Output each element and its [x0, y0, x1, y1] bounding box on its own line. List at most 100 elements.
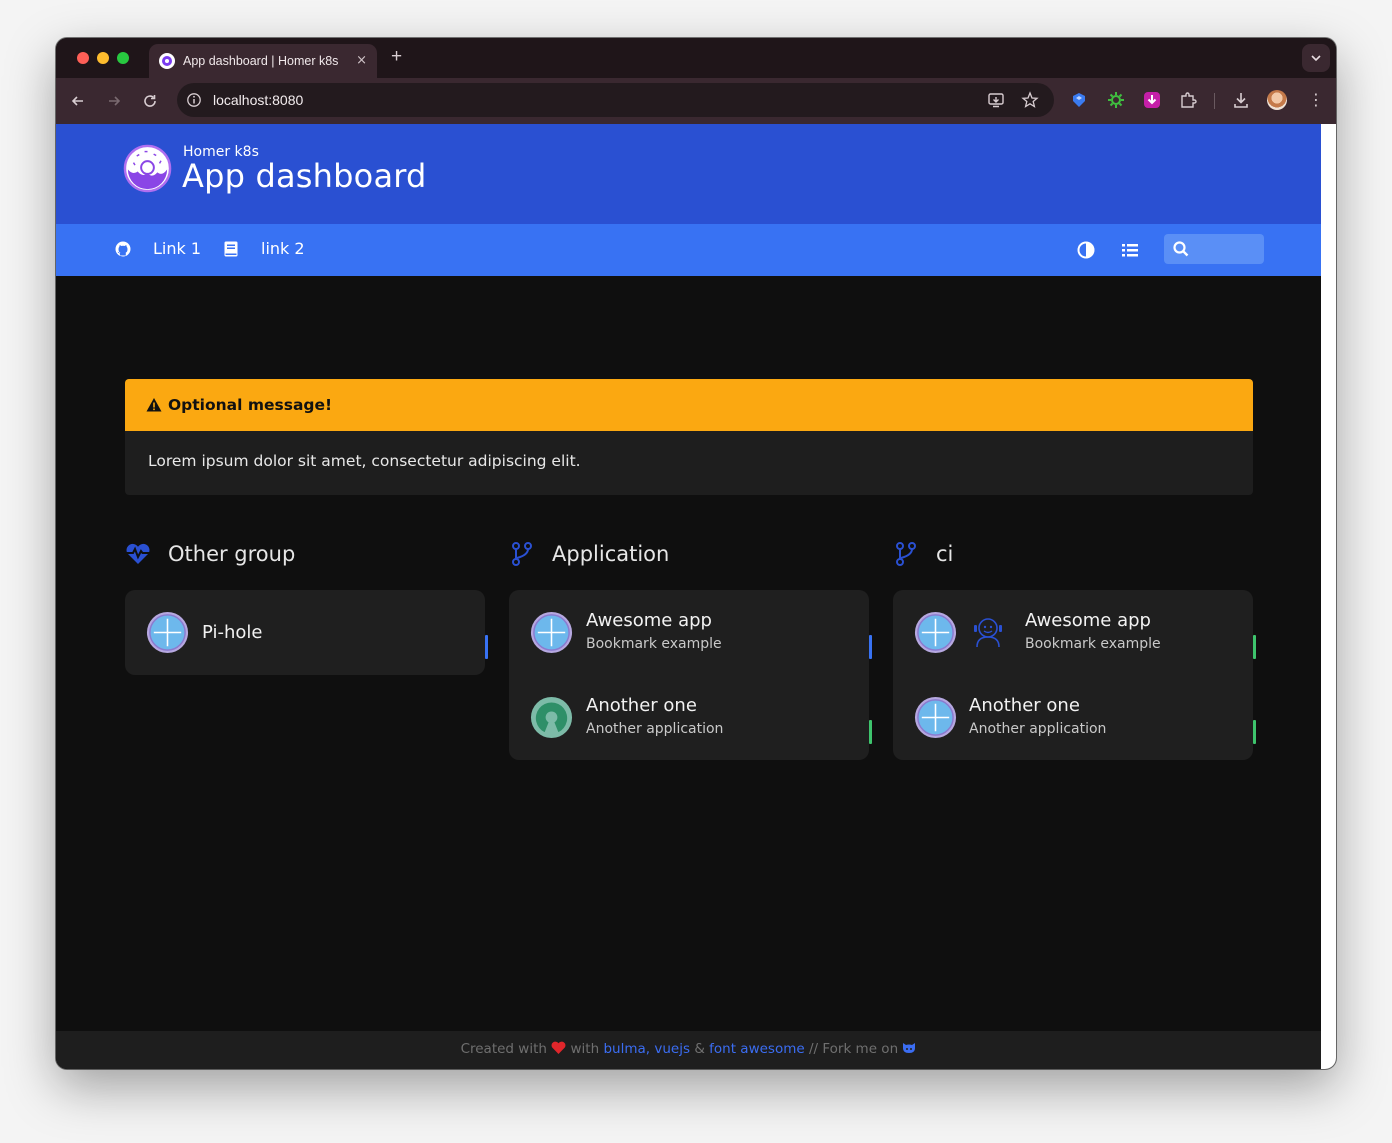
maximize-window-button[interactable]	[117, 52, 129, 64]
group-application: Application Awesome app Bookmark example…	[509, 538, 872, 760]
group-name: Other group	[168, 542, 296, 566]
service-subtitle: Bookmark example	[1025, 636, 1161, 652]
group-header: Other group	[125, 538, 485, 570]
hero-header: Homer k8s App dashboard	[56, 124, 1321, 224]
warning-icon	[146, 398, 162, 412]
minimize-window-button[interactable]	[97, 52, 109, 64]
extension-download-icon[interactable]	[1142, 90, 1162, 110]
message-title: Optional message!	[168, 396, 333, 414]
group-other-group: Other group Pi-hole	[125, 538, 488, 675]
service-card-awesome-app[interactable]: Awesome app Bookmark example	[893, 590, 1256, 675]
nav-link-label: Link 1	[153, 239, 202, 258]
service-name: Awesome app	[586, 610, 712, 631]
service-card-pi-hole[interactable]: Pi-hole	[125, 590, 488, 675]
nav-link-2[interactable]: link 2	[223, 239, 305, 258]
url-text: localhost:8080	[213, 92, 304, 108]
navbar: Link 1 link 2	[56, 224, 1321, 276]
heart-icon	[551, 1041, 566, 1057]
group-ci: ci Awesome app Bookmark example Another …	[893, 538, 1256, 760]
donut-logo-icon	[123, 144, 172, 193]
code-branch-icon	[893, 541, 919, 567]
message-box: Optional message! Lorem ipsum dolor sit …	[125, 379, 1253, 495]
font-awesome-link[interactable]: font awesome	[709, 1041, 805, 1057]
layout-toggle[interactable]	[1120, 240, 1140, 260]
tab-title: App dashboard | Homer k8s	[183, 54, 339, 68]
extension-shield-icon[interactable]	[1069, 90, 1089, 110]
reload-icon	[144, 95, 156, 107]
page-title: App dashboard	[182, 157, 427, 195]
list-icon	[1122, 244, 1138, 257]
group-name: ci	[936, 542, 954, 566]
service-card-awesome-app[interactable]: Awesome app Bookmark example	[509, 590, 872, 675]
tab-search-button[interactable]	[1302, 44, 1330, 72]
footer-comma: ,	[645, 1041, 651, 1057]
group-header: ci	[893, 538, 1253, 570]
message-body: Lorem ipsum dolor sit amet, consectetur …	[148, 452, 581, 470]
footer-with: with	[570, 1041, 600, 1057]
chevron-down-icon	[1311, 55, 1321, 62]
service-name: Pi-hole	[202, 622, 263, 643]
service-name: Awesome app	[1025, 610, 1151, 631]
bulma-link[interactable]: bulma	[603, 1041, 645, 1057]
dark-mode-toggle[interactable]	[1076, 240, 1096, 260]
browser-tab[interactable]: App dashboard | Homer k8s ×	[149, 44, 377, 78]
browser-toolbar: localhost:8080 ⋮	[56, 78, 1336, 124]
adjust-icon	[1077, 241, 1095, 259]
github-icon	[115, 241, 131, 257]
page-viewport: Homer k8s App dashboard Link 1 link 2 Op…	[56, 124, 1321, 1069]
search-box	[1164, 234, 1264, 264]
compass-icon	[530, 611, 573, 654]
compass-icon	[914, 611, 957, 654]
profile-avatar[interactable]	[1267, 90, 1287, 110]
group-name: Application	[552, 542, 670, 566]
install-app-icon[interactable]	[987, 91, 1005, 113]
user-astronaut-icon	[974, 618, 1002, 648]
reload-button[interactable]	[140, 91, 160, 111]
footer-created-with: Created with	[460, 1041, 547, 1057]
browser-menu-icon[interactable]: ⋮	[1308, 90, 1324, 110]
address-bar[interactable]: localhost:8080	[177, 83, 1054, 117]
site-info-icon[interactable]	[186, 92, 202, 112]
service-name: Another one	[969, 695, 1080, 716]
search-input[interactable]	[1194, 238, 1258, 260]
vuejs-link[interactable]: vuejs	[654, 1041, 690, 1057]
downloads-icon[interactable]	[1231, 90, 1251, 110]
service-card-another-one[interactable]: Another one Another application	[509, 675, 872, 760]
browser-window: App dashboard | Homer k8s × + localhost:…	[56, 38, 1336, 1069]
footer-fork: // Fork me on	[808, 1041, 899, 1057]
search-icon	[1173, 241, 1189, 261]
group-cards: Pi-hole	[125, 590, 488, 675]
service-tag-bar	[1253, 635, 1256, 659]
scrollbar-gutter[interactable]	[1321, 124, 1336, 1069]
compass-icon	[146, 611, 189, 654]
service-name: Another one	[586, 695, 697, 716]
message-header: Optional message!	[125, 379, 1253, 431]
book-icon	[223, 241, 239, 257]
nav-link-1[interactable]: Link 1	[115, 239, 201, 258]
group-cards: Awesome app Bookmark example Another one…	[509, 590, 872, 760]
github-cat-icon[interactable]	[902, 1041, 916, 1057]
service-subtitle: Another application	[586, 721, 724, 737]
tab-strip: App dashboard | Homer k8s × +	[56, 38, 1336, 78]
close-window-button[interactable]	[77, 52, 89, 64]
code-branch-icon	[509, 541, 535, 567]
bookmark-star-icon[interactable]	[1021, 91, 1039, 113]
back-button[interactable]	[68, 91, 88, 111]
compass-icon	[914, 696, 957, 739]
toolbar-separator	[1214, 93, 1215, 109]
service-tag-bar	[869, 635, 872, 659]
new-tab-button[interactable]: +	[391, 47, 402, 67]
service-card-another-one[interactable]: Another one Another application	[893, 675, 1256, 760]
extension-gear-icon[interactable]	[1106, 90, 1126, 110]
group-cards: Awesome app Bookmark example Another one…	[893, 590, 1256, 760]
group-header: Application	[509, 538, 869, 570]
open-source-icon	[530, 696, 573, 739]
footer-amp: &	[694, 1041, 705, 1057]
service-tag-bar	[485, 635, 488, 659]
tab-close-icon[interactable]: ×	[356, 53, 367, 68]
service-subtitle: Bookmark example	[586, 636, 722, 652]
forward-button[interactable]	[104, 91, 124, 111]
extensions-puzzle-icon[interactable]	[1178, 90, 1198, 110]
arrow-left-icon	[71, 96, 83, 106]
service-subtitle: Another application	[969, 721, 1107, 737]
